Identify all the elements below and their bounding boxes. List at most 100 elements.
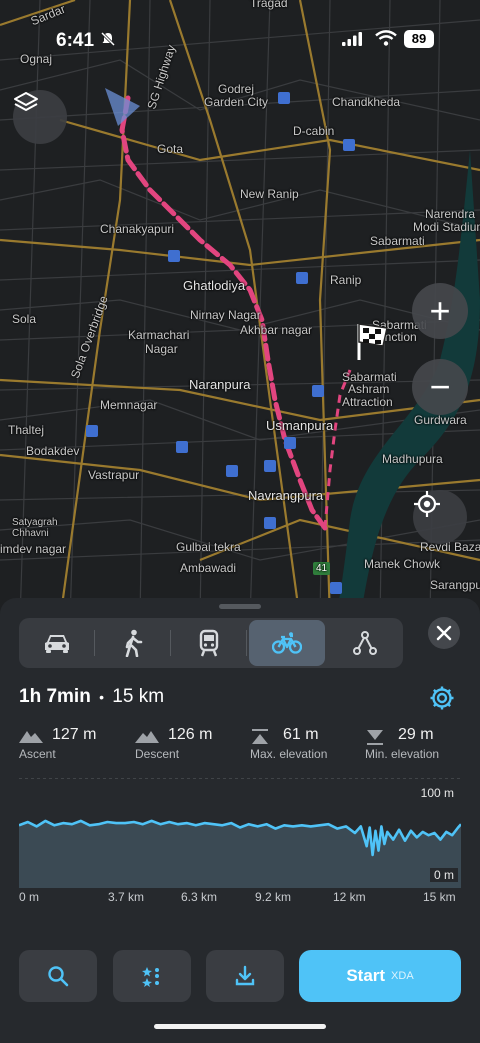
mode-transit-button[interactable] — [171, 618, 247, 668]
map-label: Godrej — [218, 82, 255, 96]
layers-button[interactable] — [13, 90, 67, 144]
sparkle-stars-icon — [142, 967, 159, 987]
cellular-signal-icon — [342, 32, 362, 46]
stat-value: 61 m — [283, 726, 319, 743]
stat-value: 29 m — [398, 726, 434, 743]
watermark-xda: XDA — [391, 970, 414, 982]
points-of-interest-button[interactable] — [113, 950, 191, 1002]
mode-bike-button[interactable] — [249, 620, 325, 666]
stat-label: Ascent — [19, 747, 56, 761]
map-label: Gurdwara — [414, 413, 467, 427]
map-label: Karmachari — [128, 328, 190, 342]
map-label: Nirnay Nagar — [190, 308, 261, 322]
map-label: Sarangpur — [430, 578, 480, 592]
map-label: Ashram — [348, 382, 390, 396]
destination-flag-icon — [357, 323, 388, 360]
map-label: Usmanpura — [266, 418, 334, 433]
x-tick-label: 3.7 km — [108, 890, 145, 904]
stat-value: 127 m — [52, 726, 97, 743]
silent-bell-icon — [100, 31, 116, 50]
map-label: Akhbar nagar — [240, 323, 313, 337]
x-tick-label: 15 km — [423, 890, 456, 904]
route-sheet: 1h 7min • 15 km 127 m Ascent 126 m Desce… — [0, 598, 480, 1043]
map-label: Ranip — [330, 273, 362, 287]
summary-separator: • — [99, 689, 104, 705]
map-label: Sola — [12, 312, 37, 326]
map-label: Navrangpura — [248, 488, 324, 503]
y-tick-label: 100 m — [416, 786, 458, 800]
x-tick-label: 0 m — [19, 890, 40, 904]
map-label: Satyagrah — [12, 517, 58, 528]
elevation-chart-svg — [18, 777, 462, 888]
map-label: Nagar — [145, 342, 178, 356]
map-label: Chhavni — [12, 528, 49, 539]
y-tick-label: 0 m — [429, 868, 458, 882]
x-tick-label: 9.2 km — [255, 890, 292, 904]
close-button[interactable] — [428, 617, 460, 649]
close-icon — [436, 625, 452, 641]
map-label: Sabarmati — [370, 234, 425, 248]
route-duration: 1h 7min — [19, 686, 91, 707]
mode-walk-button[interactable] — [95, 618, 171, 668]
layers-icon — [14, 92, 38, 111]
start-label: Start — [346, 966, 386, 985]
mode-car-button[interactable] — [19, 618, 95, 668]
wifi-icon — [375, 30, 397, 46]
home-indicator[interactable] — [154, 1024, 326, 1029]
map-label: Narendra — [425, 207, 476, 221]
walk-icon — [125, 629, 143, 657]
download-icon — [235, 965, 255, 986]
crosshair-icon — [414, 491, 440, 517]
map-label: imdev nagar — [0, 542, 67, 556]
map-view[interactable]: Sardar Ognaj SG Highway Tragad Godrej Ga… — [0, 0, 480, 620]
map-label: Memnagar — [100, 398, 158, 412]
elevation-chart[interactable] — [18, 777, 462, 888]
map-label: Ambawadi — [180, 561, 237, 575]
x-tick-label: 12 km — [333, 890, 366, 904]
search-icon — [48, 966, 69, 987]
map-label: Chandkheda — [332, 95, 401, 109]
zoom-out-button[interactable]: − — [412, 359, 468, 415]
travel-mode-selector — [19, 618, 403, 668]
map-label: Ghatlodiya — [183, 278, 246, 293]
map-label: Attraction — [342, 395, 393, 409]
status-time: 6:41 — [56, 30, 95, 51]
highway-shield: 41 — [316, 563, 328, 574]
map-label: Chanakyapuri — [100, 222, 175, 236]
ascent-icon — [19, 731, 43, 743]
download-button[interactable] — [206, 950, 284, 1002]
map-label: Garden City — [204, 95, 269, 109]
route-summary: 1h 7min • 15 km — [19, 686, 164, 708]
stat-label: Max. elevation — [250, 747, 328, 761]
locate-me-button[interactable] — [413, 490, 467, 544]
map-label: Manek Chowk — [364, 557, 441, 571]
stat-value: 126 m — [168, 726, 213, 743]
sheet-handle[interactable] — [219, 604, 261, 609]
route-distance: 15 km — [112, 686, 165, 707]
x-tick-label: 6.3 km — [181, 890, 218, 904]
map-label: Vastrapur — [88, 468, 140, 482]
map-label: Modi Stadium — [413, 220, 480, 234]
stat-label: Descent — [135, 747, 180, 761]
car-icon — [45, 635, 69, 653]
battery-level: 89 — [404, 30, 434, 48]
map-label: Madhupura — [382, 452, 443, 466]
search-button[interactable] — [19, 950, 97, 1002]
map-label: Bodakdev — [26, 444, 80, 458]
start-button[interactable]: Start XDA — [299, 950, 461, 1002]
max-elevation-icon — [252, 729, 268, 744]
waypoints-icon — [353, 631, 377, 655]
map-label: Naranpura — [189, 377, 251, 392]
zoom-in-button[interactable]: + — [412, 283, 468, 339]
map-label: New Ranip — [240, 187, 299, 201]
mode-route-button[interactable] — [327, 618, 403, 668]
map-label: Gota — [157, 142, 184, 156]
settings-gear-icon[interactable] — [428, 684, 456, 712]
status-bar: 6:41 89 — [0, 0, 480, 78]
stat-label: Min. elevation — [365, 747, 440, 761]
map-label: Gulbai tekra — [176, 540, 241, 554]
map-label: Thaltej — [8, 423, 45, 437]
bicycle-icon — [272, 632, 302, 654]
min-elevation-icon — [367, 730, 383, 745]
map-label: Revdi Bazar — [420, 540, 480, 554]
